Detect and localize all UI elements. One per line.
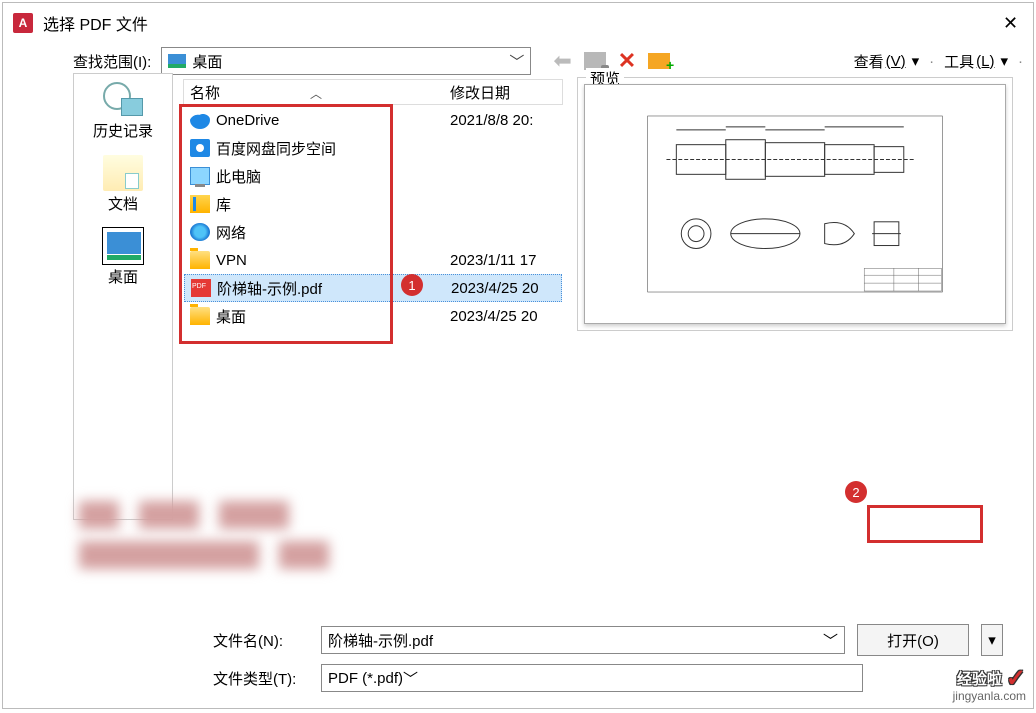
column-modified[interactable]: 修改日期 bbox=[444, 82, 562, 103]
dialog-body: 历史记录 文档 桌面 名称 ︿ 修改日期 OneDrive2021/8/8 20… bbox=[3, 79, 1033, 620]
pc-icon bbox=[190, 167, 210, 185]
app-icon: A bbox=[13, 13, 33, 33]
list-item[interactable]: 库 bbox=[184, 190, 562, 218]
list-item-selected[interactable]: 阶梯轴-示例.pdf2023/4/25 20 bbox=[184, 274, 562, 302]
watermark: 经验啦✓ jingyanla.com bbox=[953, 664, 1026, 703]
documents-icon bbox=[103, 155, 143, 191]
list-item[interactable]: 网络 bbox=[184, 218, 562, 246]
desktop-icon bbox=[168, 54, 186, 68]
filetype-label: 文件类型(T): bbox=[213, 668, 309, 689]
list-item[interactable]: 此电脑 bbox=[184, 162, 562, 190]
view-menu-button[interactable]: 查看(V) ▾ bbox=[854, 51, 920, 72]
redacted-area bbox=[79, 501, 379, 581]
sidebar-item-history[interactable]: 历史记录 bbox=[82, 78, 164, 145]
filename-label: 文件名(N): bbox=[213, 630, 309, 651]
preview-panel: 预览 bbox=[577, 79, 1033, 620]
list-item[interactable]: OneDrive2021/8/8 20: bbox=[184, 106, 562, 134]
lookin-label: 查找范围(I): bbox=[73, 51, 151, 72]
new-folder-button[interactable] bbox=[648, 53, 670, 69]
history-icon bbox=[103, 82, 143, 118]
library-icon bbox=[190, 195, 210, 213]
list-header: 名称 ︿ 修改日期 bbox=[183, 79, 563, 105]
back-button[interactable]: ⬅ bbox=[553, 48, 571, 74]
filename-row: 文件名(N): 阶梯轴-示例.pdf ﹀ 打开(O) ▾ bbox=[3, 620, 1033, 660]
pdf-icon bbox=[191, 279, 211, 297]
sidebar: 历史记录 文档 桌面 bbox=[73, 73, 173, 520]
filetype-row: 文件类型(T): PDF (*.pdf) ﹀ bbox=[3, 660, 1033, 708]
preview-fieldset: 预览 bbox=[577, 77, 1013, 331]
sidebar-item-documents[interactable]: 文档 bbox=[82, 151, 164, 218]
annotation-badge-2: 2 bbox=[845, 481, 867, 503]
cad-drawing-preview bbox=[605, 115, 985, 293]
list-item[interactable]: 百度网盘同步空间 bbox=[184, 134, 562, 162]
baidu-icon bbox=[190, 139, 210, 157]
dialog-title: 选择 PDF 文件 bbox=[43, 11, 1003, 35]
chevron-down-icon: ▾ bbox=[1000, 52, 1008, 70]
folder-icon bbox=[190, 251, 210, 269]
column-name[interactable]: 名称 ︿ bbox=[184, 82, 444, 103]
list-item[interactable]: 桌面2023/4/25 20 bbox=[184, 302, 562, 330]
sidebar-item-desktop[interactable]: 桌面 bbox=[82, 224, 164, 291]
annotation-badge-1: 1 bbox=[401, 274, 423, 296]
folder-icon bbox=[190, 307, 210, 325]
dropdown-arrow-icon: ﹀ bbox=[403, 668, 418, 689]
filename-value: 阶梯轴-示例.pdf bbox=[328, 630, 823, 651]
sort-indicator-icon: ︿ bbox=[310, 85, 322, 102]
preview-image bbox=[584, 84, 1006, 324]
desktop-icon bbox=[103, 228, 143, 264]
list-item[interactable]: VPN2023/1/11 17 bbox=[184, 246, 562, 274]
dropdown-arrow-icon: ﹀ bbox=[509, 51, 524, 72]
chevron-down-icon: ▾ bbox=[912, 52, 920, 70]
titlebar: A 选择 PDF 文件 ✕ bbox=[3, 3, 1033, 43]
close-button[interactable]: ✕ bbox=[1003, 13, 1023, 34]
filename-combo[interactable]: 阶梯轴-示例.pdf ﹀ bbox=[321, 626, 845, 654]
tools-menu-button[interactable]: 工具(L) ▾ bbox=[944, 51, 1008, 72]
dialog-window: A 选择 PDF 文件 ✕ 查找范围(I): 桌面 ﹀ ⬅ ✕ 查看(V) ▾ … bbox=[2, 2, 1034, 709]
filetype-value: PDF (*.pdf) bbox=[328, 670, 403, 687]
open-button[interactable]: 打开(O) bbox=[857, 624, 969, 656]
open-dropdown-button[interactable]: ▾ bbox=[981, 624, 1003, 656]
filetype-combo[interactable]: PDF (*.pdf) ﹀ bbox=[321, 664, 863, 692]
dropdown-arrow-icon: ﹀ bbox=[823, 630, 838, 651]
lookin-combo[interactable]: 桌面 ﹀ bbox=[161, 47, 531, 75]
lookin-value: 桌面 bbox=[192, 51, 509, 72]
network-icon bbox=[190, 223, 210, 241]
onedrive-icon bbox=[190, 111, 210, 129]
